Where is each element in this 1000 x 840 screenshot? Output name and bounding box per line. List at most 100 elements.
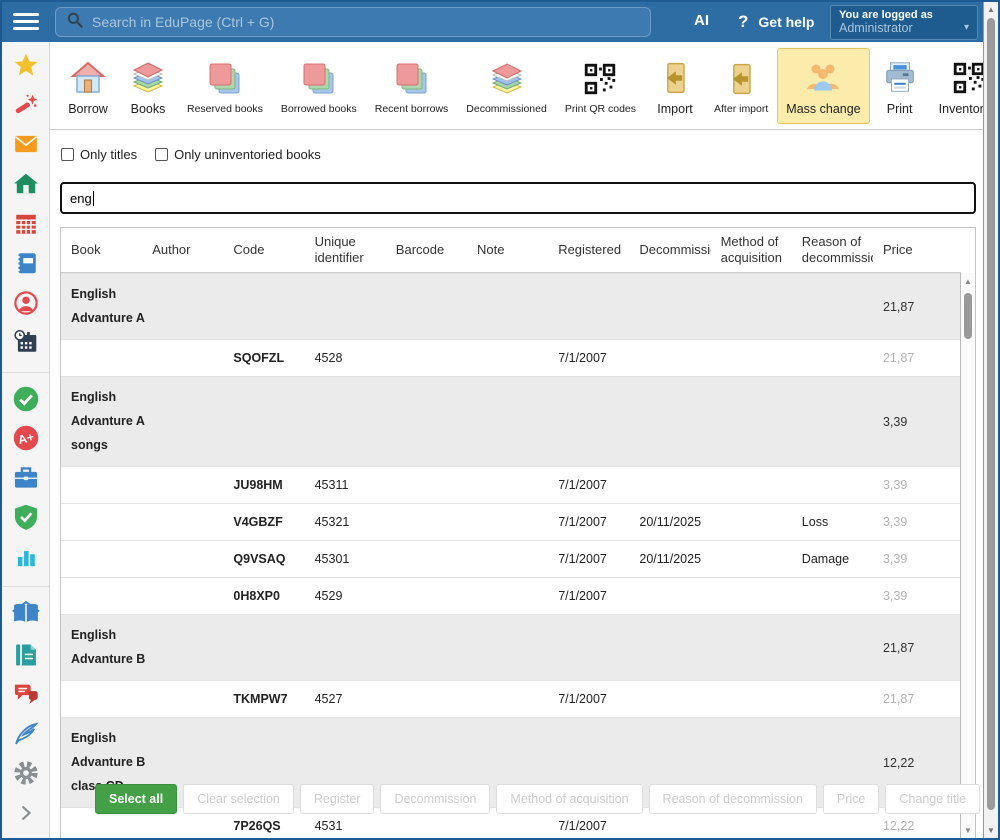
global-search-input[interactable]: Search in EduPage (Ctrl + G): [55, 7, 651, 37]
book-title-line: songs: [71, 435, 863, 456]
toolbar-item-label: Print: [887, 102, 913, 116]
grade-aplus-icon[interactable]: A+: [11, 424, 41, 453]
table-scrollbar[interactable]: ▲ ▼: [960, 273, 975, 838]
toolbar-item-decommissioned[interactable]: Decommissioned: [457, 48, 556, 124]
decommission-button[interactable]: Decommission: [380, 784, 490, 814]
cell-price: 3,39: [873, 552, 960, 566]
logged-user-name: Administrator: [839, 21, 969, 35]
star-icon[interactable]: [11, 51, 41, 80]
column-header-unique-identifier[interactable]: Unique identifier: [305, 228, 386, 272]
check-circle-icon[interactable]: [11, 384, 41, 413]
table-row-copy[interactable]: JU98HM453117/1/20073,39: [61, 466, 960, 503]
get-help-label: Get help: [758, 14, 814, 30]
briefcase-icon[interactable]: [11, 464, 41, 493]
envelope-icon[interactable]: [11, 130, 41, 159]
chat-bubbles-icon[interactable]: [11, 680, 41, 709]
calendar-clock-icon[interactable]: [11, 328, 41, 357]
table-row-copy[interactable]: TKMPW745277/1/200721,87: [61, 680, 960, 717]
table-row-title[interactable]: EnglishAdvanture A21,87: [61, 273, 960, 339]
logged-in-user-dropdown[interactable]: You are logged as Administrator ▾: [830, 5, 978, 40]
table-row-title[interactable]: EnglishAdvanture B21,87: [61, 614, 960, 680]
magic-wand-icon[interactable]: [11, 91, 41, 120]
cell-decommissioned: 20/11/2025: [629, 515, 710, 529]
text-cursor: [93, 191, 94, 206]
library-book-icon[interactable]: [11, 599, 41, 629]
column-header-registered[interactable]: Registered: [548, 228, 629, 272]
gear-icon[interactable]: [11, 759, 41, 788]
scroll-up-icon[interactable]: ▲: [961, 277, 975, 286]
book-stack-icon: [486, 58, 528, 100]
toolbar-item-borrowed-books[interactable]: Borrowed books: [272, 48, 366, 124]
hamburger-menu-icon[interactable]: [13, 13, 39, 31]
table-row-copy[interactable]: SQOFZL45287/1/200721,87: [61, 339, 960, 376]
toolbar-item-after-import[interactable]: After import: [705, 48, 777, 124]
toolbar-item-print-qr-codes[interactable]: Print QR codes: [556, 48, 645, 124]
cell-unique-identifier: 45321: [305, 515, 386, 529]
reason-of-decommission-button[interactable]: Reason of decommission: [649, 784, 817, 814]
checkbox-only-titles[interactable]: Only titles: [61, 147, 137, 162]
cell-registered: 7/1/2007: [548, 478, 629, 492]
column-header-reason-of-decommission[interactable]: Reason of decommission: [792, 228, 873, 272]
ai-button[interactable]: AI: [694, 12, 709, 29]
toolbar-item-import[interactable]: Import: [645, 48, 705, 124]
table-row-copy[interactable]: 0H8XP045297/1/20073,39: [61, 577, 960, 614]
app-window: Search in EduPage (Ctrl + G) AI ? Get he…: [0, 0, 1000, 840]
book-title: EnglishAdvanture Asongs: [61, 377, 873, 466]
notebook-icon[interactable]: [11, 249, 41, 278]
toolbar-item-mass-change[interactable]: Mass change: [777, 48, 869, 124]
clear-selection-button[interactable]: Clear selection: [183, 784, 294, 814]
get-help-button[interactable]: ? Get help: [738, 12, 814, 32]
toolbar-item-borrow[interactable]: Borrow: [58, 48, 118, 124]
column-header-method-of-acquisition[interactable]: Method of acquisition: [711, 228, 792, 272]
column-header-barcode[interactable]: Barcode: [386, 228, 467, 272]
toolbar-item-recent-borrows[interactable]: Recent borrows: [366, 48, 458, 124]
page-scroll-down-icon[interactable]: ▼: [984, 826, 998, 835]
home-icon[interactable]: [11, 170, 41, 199]
sidebar-divider: [2, 372, 49, 373]
column-header-book[interactable]: Book: [61, 228, 142, 272]
bar-chart-icon[interactable]: [11, 543, 41, 572]
column-header-decommissioned[interactable]: Decommissioned: [629, 228, 710, 272]
toolbar-item-label: Decommissioned: [466, 103, 547, 115]
scroll-down-icon[interactable]: ▼: [961, 826, 975, 835]
pen-icon[interactable]: [11, 719, 41, 748]
change-title-button[interactable]: Change title: [885, 784, 980, 814]
main-content: Only titlesOnly uninventoried books eng …: [51, 131, 983, 838]
page-scrollbar-thumb[interactable]: [987, 18, 995, 810]
timetable-grid-icon[interactable]: [11, 209, 41, 238]
column-header-author[interactable]: Author: [142, 228, 223, 272]
toolbar-item-label: Recent borrows: [375, 103, 449, 115]
book-title-line: Advanture A: [71, 308, 863, 329]
column-header-code[interactable]: Code: [223, 228, 304, 272]
page-scroll-up-icon[interactable]: ▲: [984, 5, 998, 14]
table-row-title[interactable]: EnglishAdvanture Asongs3,39: [61, 376, 960, 466]
toolbar-item-label: After import: [714, 103, 768, 115]
documents-icon[interactable]: [11, 640, 41, 669]
sidebar-divider: [2, 586, 49, 587]
table-row-copy[interactable]: Q9VSAQ453017/1/200720/11/2025Damage3,39: [61, 540, 960, 577]
book-search-input[interactable]: eng: [60, 182, 976, 214]
table-row-copy[interactable]: V4GBZF453217/1/200720/11/2025Loss3,39: [61, 503, 960, 540]
price-button[interactable]: Price: [823, 784, 879, 814]
expand-chevron-icon[interactable]: [11, 798, 41, 827]
column-header-note[interactable]: Note: [467, 228, 548, 272]
checkbox-box[interactable]: [61, 148, 74, 161]
register-button[interactable]: Register: [300, 784, 375, 814]
toolbar-item-reserved-books[interactable]: Reserved books: [178, 48, 272, 124]
column-header-price[interactable]: Price: [873, 228, 961, 272]
checkbox-box[interactable]: [155, 148, 168, 161]
shield-check-icon[interactable]: [11, 503, 41, 532]
toolbar-item-books[interactable]: Books: [118, 48, 178, 124]
table-scrollbar-thumb[interactable]: [964, 293, 972, 339]
toolbar-item-print[interactable]: Print: [870, 48, 930, 124]
book-title-line: English: [71, 284, 863, 305]
select-all-button[interactable]: Select all: [95, 784, 177, 814]
person-icon[interactable]: [11, 288, 41, 317]
method-of-acquisition-button[interactable]: Method of acquisition: [496, 784, 642, 814]
checkbox-only-uninventoried-books[interactable]: Only uninventoried books: [155, 147, 321, 162]
cell-code: 0H8XP0: [223, 589, 304, 603]
stacked-cards-icon: [204, 58, 246, 100]
book-title-line: Advanture B: [71, 649, 863, 670]
page-scrollbar[interactable]: ▲ ▼: [983, 2, 998, 838]
toolbar-item-label: Print QR codes: [565, 103, 636, 115]
